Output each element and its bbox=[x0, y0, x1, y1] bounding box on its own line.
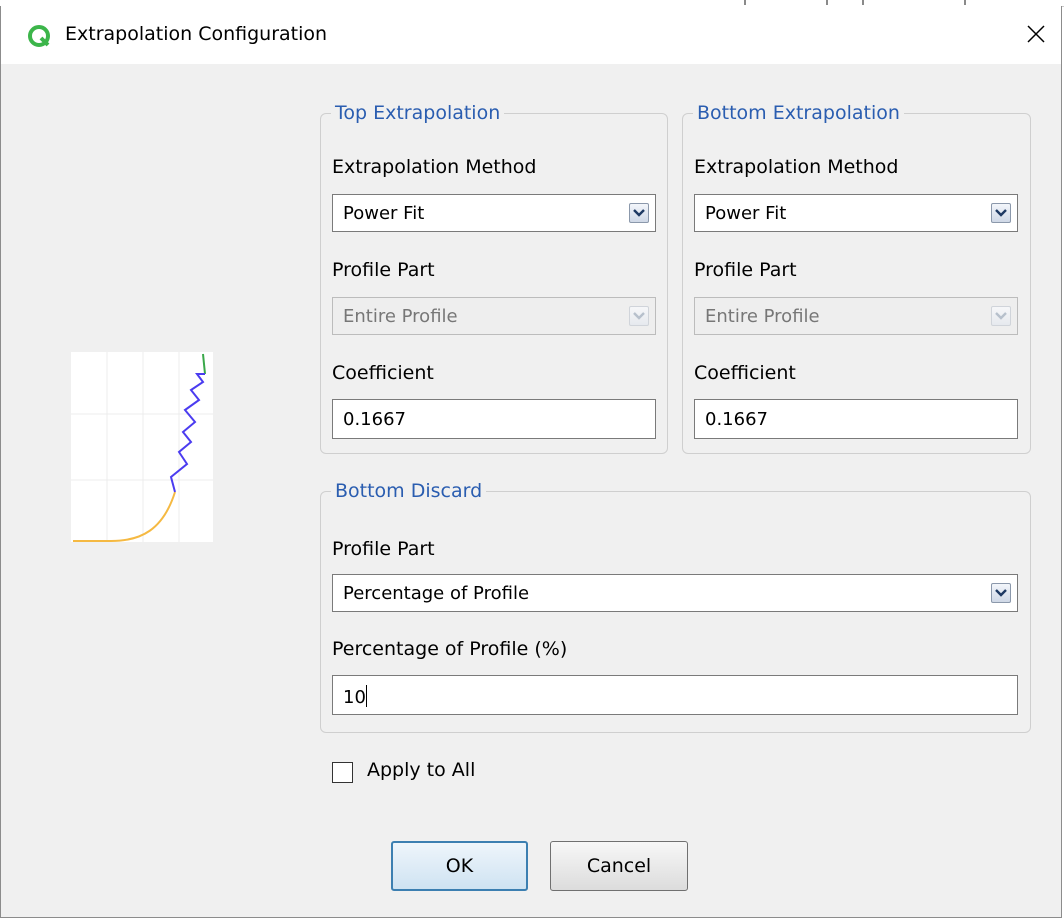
close-button[interactable] bbox=[1019, 18, 1053, 50]
background-mark bbox=[826, 0, 828, 5]
text-caret bbox=[365, 685, 367, 707]
extrapolation-preview-graph bbox=[71, 352, 213, 542]
top-method-dropdown[interactable]: Power Fit bbox=[332, 194, 656, 232]
percentage-input[interactable]: 10 bbox=[332, 675, 1018, 715]
background-mark bbox=[862, 0, 864, 5]
top-profile-part-value: Entire Profile bbox=[343, 306, 458, 327]
bottom-coefficient-label: Coefficient bbox=[694, 362, 796, 384]
bottom-coefficient-input[interactable]: 0.1667 bbox=[694, 399, 1018, 439]
top-profile-part-dropdown: Entire Profile bbox=[332, 297, 656, 335]
chevron-down-icon[interactable] bbox=[991, 203, 1011, 223]
chevron-down-icon[interactable] bbox=[629, 203, 649, 223]
bottom-coefficient-value: 0.1667 bbox=[705, 409, 768, 430]
bottom-discard-legend: Bottom Discard bbox=[335, 480, 483, 502]
bottom-method-value: Power Fit bbox=[705, 203, 787, 224]
bottom-profile-part-value: Entire Profile bbox=[705, 306, 820, 327]
top-coefficient-label: Coefficient bbox=[332, 362, 434, 384]
percentage-value: 10 bbox=[343, 687, 366, 708]
discard-profile-part-label: Profile Part bbox=[332, 538, 435, 560]
cancel-button[interactable]: Cancel bbox=[550, 841, 688, 891]
apply-to-all-checkbox[interactable] bbox=[332, 762, 353, 783]
background-mark bbox=[744, 0, 746, 5]
discard-profile-part-dropdown[interactable]: Percentage of Profile bbox=[332, 574, 1018, 612]
background-mark bbox=[964, 0, 966, 5]
chevron-down-icon bbox=[629, 306, 649, 326]
top-extrapolation-legend: Top Extrapolation bbox=[335, 102, 501, 124]
discard-profile-part-value: Percentage of Profile bbox=[343, 583, 530, 604]
bottom-profile-part-label: Profile Part bbox=[694, 259, 797, 281]
top-coefficient-input[interactable]: 0.1667 bbox=[332, 399, 656, 439]
bottom-extrapolation-legend: Bottom Extrapolation bbox=[697, 102, 900, 124]
top-method-value: Power Fit bbox=[343, 203, 425, 224]
top-profile-part-label: Profile Part bbox=[332, 259, 435, 281]
bottom-method-label: Extrapolation Method bbox=[694, 156, 899, 178]
preview-background bbox=[71, 352, 213, 542]
q-logo-icon bbox=[28, 25, 50, 47]
top-coefficient-value: 0.1667 bbox=[343, 409, 406, 430]
percentage-label: Percentage of Profile (%) bbox=[332, 638, 568, 660]
ok-button[interactable]: OK bbox=[391, 841, 528, 891]
extrapolation-configuration-dialog: Extrapolation Configuration Top Extrapol… bbox=[0, 6, 1062, 918]
chevron-down-icon bbox=[991, 306, 1011, 326]
bottom-method-dropdown[interactable]: Power Fit bbox=[694, 194, 1018, 232]
close-icon bbox=[1027, 25, 1045, 43]
window-title: Extrapolation Configuration bbox=[65, 23, 328, 45]
top-method-label: Extrapolation Method bbox=[332, 156, 537, 178]
chevron-down-icon[interactable] bbox=[991, 583, 1011, 603]
apply-to-all-label[interactable]: Apply to All bbox=[367, 759, 475, 781]
bottom-profile-part-dropdown: Entire Profile bbox=[694, 297, 1018, 335]
title-bar: Extrapolation Configuration bbox=[1, 6, 1061, 64]
